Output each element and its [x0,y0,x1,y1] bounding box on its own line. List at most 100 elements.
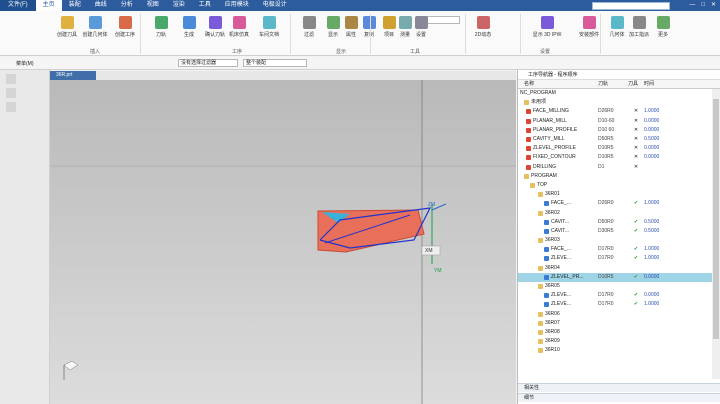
tree-row[interactable]: 36R03 [518,236,720,245]
maximize-icon[interactable]: □ [701,0,705,11]
tree-row-name: ZLEVEL_PR... [518,273,598,282]
tree-row[interactable]: 36R07 [518,319,720,328]
history-icon[interactable] [6,102,16,112]
column-header-3[interactable]: 时间 [644,80,674,88]
tree-row[interactable]: CAVIT... D50R0 ✔ 0.5000 [518,218,720,227]
tree-row[interactable]: CAVITY_MILL D50R5 ✕ 0.5000 [518,135,720,144]
ribbon-button-0[interactable]: 创建刀具 [54,13,80,38]
tree-row[interactable]: ZLEVEL_PR... D10R5 ✔ 0.0000 [518,272,720,282]
navigator-scrollbar[interactable] [712,89,720,379]
tree-row-tool: D10R5 [598,154,614,161]
tree-row[interactable]: PLANAR_PROFILE D10 60 ✕ 0.0000 [518,126,720,135]
details-section[interactable]: 细节 [518,393,720,402]
operation-icon [544,302,549,308]
tree-row[interactable]: FACE_... D17R0 ✔ 1.0000 [518,245,720,254]
column-header-0[interactable]: 名称 [518,80,598,88]
ribbon-tail-button-1[interactable]: 安装部件 [576,13,602,38]
ribbon-button-15[interactable]: 2D动态 [470,13,496,38]
folder-icon [538,210,543,216]
tab-7[interactable]: 工具 [192,0,218,11]
tab-0[interactable]: 文件(F) [0,0,36,11]
tree-row[interactable]: NC_PROGRAM [518,89,720,98]
minimize-icon[interactable]: — [689,0,695,11]
ribbon-label-10: 属性 [345,32,356,38]
ribbon-button-5[interactable]: 确认刀轨 [202,13,228,38]
scroll-thumb[interactable] [713,99,719,339]
tree-row[interactable]: PLANAR_MILL D10-60 ✕ 0.0000 [518,117,720,126]
tree-row[interactable]: ZLEVE... D17R0 ✔ 1.0000 [518,300,720,309]
ribbon-tail-button-4[interactable]: 更多 [650,13,676,38]
ribbon-button-14[interactable]: 设置 [408,13,434,38]
selection-scope-combo[interactable]: 整个装配 [243,59,307,67]
ribbon-tail-label-0: 显示 3D IPW [532,32,562,38]
tab-9[interactable]: 电极设计 [256,0,294,11]
ribbon-label-3: 刀轨 [155,32,166,38]
ribbon-tail-button-0[interactable]: 显示 3D IPW [532,13,562,38]
selection-filter-combo[interactable]: 没有选择过滤器 [178,59,238,67]
tree-row[interactable]: ZLEVE... D17R0 ✔ 0.0000 [518,291,720,300]
ribbon-button-1[interactable]: 创建几何体 [82,13,108,38]
tree-row[interactable]: TOP [518,181,720,190]
column-header-2[interactable]: 刀具 [628,80,644,88]
tree-row-name: ZLEVE... [518,254,598,263]
tree-row-label: CAVIT... [551,227,569,234]
folder-icon [538,265,543,271]
tree-row[interactable]: FIXED_CONTOUR D10R5 ✕ 0.0000 [518,153,720,162]
ribbon-tail-icon-3 [632,16,646,29]
ribbon-button-7[interactable]: 车间文档 [256,13,282,38]
tab-4[interactable]: 分析 [114,0,140,11]
tree-row[interactable]: PROGRAM [518,172,720,181]
tab-2[interactable]: 装配 [62,0,88,11]
part-navigator-icon[interactable] [6,88,16,98]
tree-row[interactable]: FACE_MILLING D26R0 ✕ 1.0000 [518,107,720,116]
tree-row[interactable]: ZLEVEL_PROFILE D10R5 ✕ 0.0000 [518,144,720,153]
graphics-viewport[interactable]: ZM XM YM [50,80,516,404]
folder-icon [524,100,529,106]
menu-button[interactable]: 菜单(M) [16,60,34,67]
tree-row[interactable]: 36R06 [518,310,720,319]
tree-row[interactable]: 未用项 [518,98,720,107]
tree-row[interactable]: 36R10 [518,346,720,355]
close-icon[interactable]: ✕ [711,0,716,11]
tree-row[interactable]: DRILLING D1 ✕ [518,163,720,172]
ribbon-tail-button-3[interactable]: 加工指派 [626,13,652,38]
tree-row-tool: D17R0 [598,255,614,262]
ribbon-icon-11 [362,16,376,29]
operation-icon [526,127,531,133]
ribbon-button-6[interactable]: 机床仿真 [226,13,252,38]
navigator-icon[interactable] [6,74,16,84]
tree-row[interactable]: 36R09 [518,337,720,346]
column-header-1[interactable]: 刀轨 [598,80,628,88]
tree-row[interactable]: 36R08 [518,328,720,337]
command-search-input[interactable] [592,1,670,10]
tree-row[interactable]: ZLEVE... D17R0 ✔ 1.0000 [518,254,720,263]
ribbon-button-8[interactable]: 过滤 [296,13,322,38]
zm-axis-label: ZM [428,202,435,208]
tree-row[interactable]: CAVIT... D30R5 ✔ 0.5000 [518,227,720,236]
tree-row-name: PLANAR_PROFILE [518,126,598,135]
error-icon: ✕ [633,117,639,124]
tree-row-time: 0.5000 [644,227,660,234]
dependencies-section[interactable]: 相关性 [518,383,720,392]
tab-36r-prt[interactable]: 36R.prt [50,71,96,80]
operation-icon [544,247,549,253]
tree-row[interactable]: 36R01 [518,190,720,199]
ribbon-label-8: 过滤 [303,32,314,38]
tab-3[interactable]: 曲线 [88,0,114,11]
operation-icon [526,137,531,143]
ribbon-button-3[interactable]: 刀轨 [148,13,174,38]
tab-8[interactable]: 应用模块 [218,0,256,11]
tree-row[interactable]: 36R05 [518,282,720,291]
tree-row-tool: D10 60 [598,126,615,133]
tree-row[interactable]: FACE_... D26R0 ✔ 1.0000 [518,199,720,208]
ribbon-button-2[interactable]: 创建工序 [112,13,138,38]
tab-5[interactable]: 视图 [140,0,166,11]
model-canvas[interactable]: ZM XM YM [50,80,516,404]
tab-1[interactable]: 主页 [35,0,62,11]
ribbon-group-2: 显示 [336,49,347,55]
tree-row[interactable]: 36R02 [518,208,720,217]
tab-6[interactable]: 渲染 [166,0,192,11]
tree-row[interactable]: 36R04 [518,264,720,273]
ribbon-separator [370,14,371,54]
ribbon-button-4[interactable]: 生成 [176,13,202,38]
